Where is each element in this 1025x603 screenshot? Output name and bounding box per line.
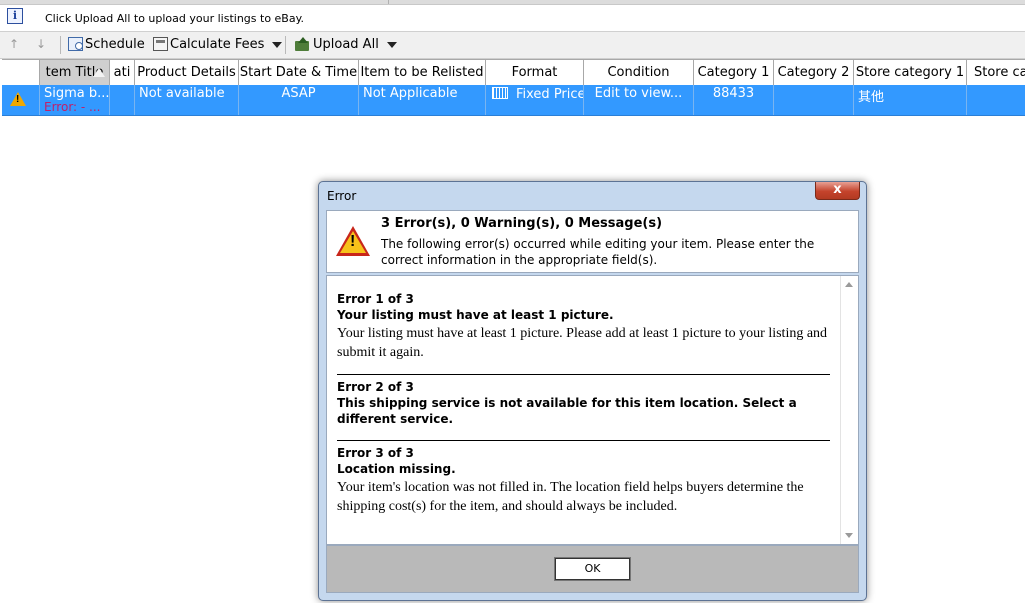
product-details-cell[interactable]: Not available [135,85,239,115]
column-header-category-1[interactable]: Category 1 [694,60,774,85]
category-2-cell[interactable] [774,85,854,115]
column-header-store-category-1[interactable]: Store category 1 [854,60,967,85]
calculate-fees-button[interactable]: Calculate Fees [153,36,283,54]
close-button[interactable]: x [815,182,860,200]
toolbar-separator [60,36,61,54]
column-header-ati[interactable]: ati [110,60,135,85]
toolbar: ↑ ↓ Schedule Calculate Fees Upload All [0,32,1025,59]
upload-all-button[interactable]: Upload All [294,36,397,54]
divider [337,374,830,375]
chevron-down-icon[interactable] [272,41,283,48]
column-header-relisted[interactable]: Item to be Relisted [359,60,486,85]
column-header-store-category[interactable]: Store cat [967,60,1025,85]
ok-button[interactable]: OK [555,558,630,580]
column-header-title[interactable]: tem Title [40,60,110,85]
upload-icon [294,36,311,51]
dialog-header: 3 Error(s), 0 Warning(s), 0 Message(s) T… [326,210,859,273]
store-category-cell[interactable] [967,85,1025,115]
dialog-title: Error [327,189,357,203]
calculate-fees-label: Calculate Fees [170,37,265,52]
divider [337,440,830,441]
sort-ascending-icon [93,68,105,77]
error-item: Error 1 of 3 Your listing must have at l… [337,291,832,362]
error-summary: 3 Error(s), 0 Warning(s), 0 Message(s) [381,216,663,231]
error-dialog: Error x 3 Error(s), 0 Warning(s), 0 Mess… [318,181,867,601]
schedule-icon [68,36,83,51]
error-heading: Error 2 of 3 [337,380,414,394]
error-list[interactable]: Error 1 of 3 Your listing must have at l… [326,275,859,545]
error-item: Error 3 of 3 Location missing. Your item… [337,445,832,516]
store-category-1-cell[interactable]: 其他 [854,85,967,115]
error-message: The following error(s) occurred while ed… [381,237,815,267]
vertical-scrollbar[interactable] [840,276,858,544]
error-heading: Error 3 of 3 [337,446,414,460]
scroll-down-icon[interactable] [845,533,853,538]
warning-icon [336,226,370,256]
column-header-condition[interactable]: Condition [584,60,694,85]
error-title: Your listing must have at least 1 pictur… [337,308,614,322]
move-down-icon[interactable]: ↓ [35,38,47,51]
ati-cell[interactable] [110,85,135,115]
error-item: Error 2 of 3 This shipping service is no… [337,379,832,428]
condition-cell[interactable]: Edit to view... [584,85,694,115]
format-cell[interactable]: Fixed Price [486,85,584,115]
schedule-label: Schedule [85,37,145,52]
category-1-cell[interactable]: 88433 [694,85,774,115]
upload-all-label: Upload All [313,37,379,52]
calculator-icon [153,36,168,51]
move-up-icon[interactable]: ↑ [8,38,20,51]
column-header-status[interactable] [2,60,40,85]
dialog-footer: OK [326,545,859,593]
info-bar: i Click Upload All to upload your listin… [0,5,1025,32]
error-detail: Your item's location was not filled in. … [337,480,804,514]
row-status-cell [2,85,40,115]
warning-icon [10,92,26,106]
grid-header: tem Title ati Product Details Start Date… [2,59,1025,86]
info-bar-text: Click Upload All to upload your listings… [45,12,305,25]
info-icon: i [7,8,23,24]
title-value: Sigma b... [44,86,110,101]
column-header-product-details[interactable]: Product Details [135,60,239,85]
column-header-category-2[interactable]: Category 2 [774,60,854,85]
relisted-cell[interactable]: Not Applicable [359,85,486,115]
title-cell[interactable]: Sigma b... Error: - ... [40,85,110,115]
start-date-cell[interactable]: ASAP [239,85,359,115]
title-error-value: Error: - ... [44,100,101,114]
table-row[interactable]: Sigma b... Error: - ... Not available AS… [2,85,1025,116]
error-detail: Your listing must have at least 1 pictur… [337,326,828,360]
column-header-format[interactable]: Format [486,60,584,85]
column-header-start-date[interactable]: Start Date & Time [239,60,359,85]
toolbar-separator [285,36,286,54]
error-heading: Error 1 of 3 [337,292,414,306]
schedule-button[interactable]: Schedule [68,36,145,54]
scroll-up-icon[interactable] [845,282,853,287]
error-title: This shipping service is not available f… [337,396,797,426]
chevron-down-icon[interactable] [386,41,397,48]
fixed-price-icon [492,87,508,99]
error-title: Location missing. [337,462,456,476]
format-value: Fixed Price [516,87,584,102]
